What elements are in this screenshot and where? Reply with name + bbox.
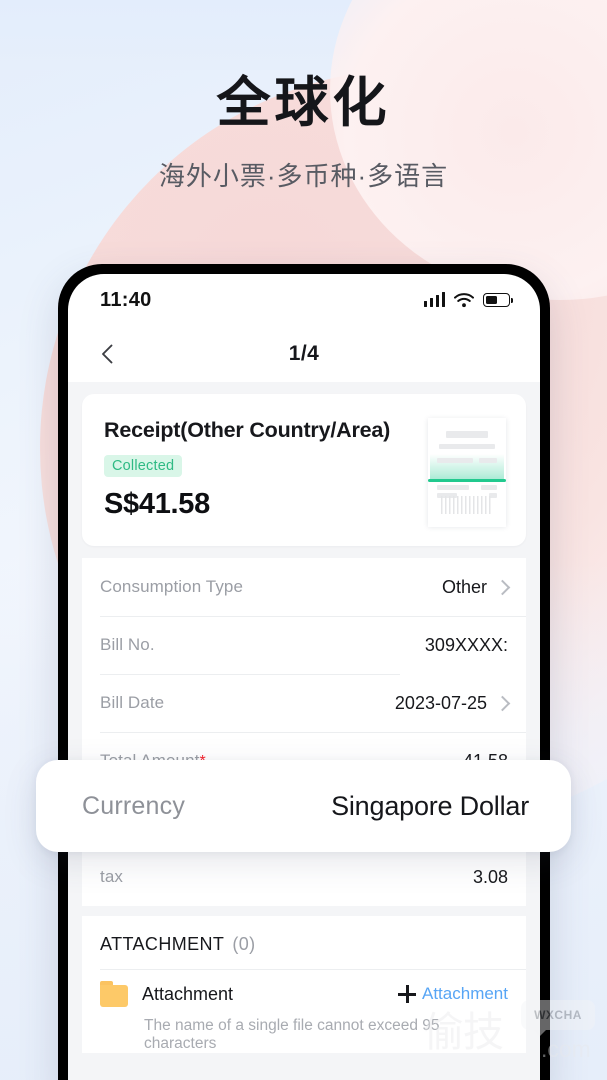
receipt-thumbnail-icon[interactable] <box>428 417 506 527</box>
row-value-group: Other <box>441 576 511 598</box>
phone-screen: 11:40 1/4 Receipt(Other Country/Area) Co… <box>68 274 540 1080</box>
table-row[interactable]: tax 3.08 <box>82 848 526 906</box>
attachment-section-header: ATTACHMENT (0) <box>82 916 526 969</box>
attachment-count: (0) <box>232 934 256 954</box>
currency-value: Singapore Dollar <box>331 790 529 821</box>
hero-title: 全球化 <box>216 73 391 133</box>
battery-icon <box>483 293 513 307</box>
row-value: :309XXXX <box>424 634 508 655</box>
currency-overlay-card[interactable]: Currency Singapore Dollar <box>36 760 571 852</box>
row-value: Other <box>441 576 487 597</box>
content-sheet: Receipt(Other Country/Area) Collected S$… <box>68 382 540 1080</box>
navigation-bar: 1/4 <box>68 326 540 382</box>
attachment-row: Attachment Attachment The name of a sing… <box>82 969 526 1053</box>
signal-bars-icon <box>423 292 445 307</box>
add-attachment-label: Attachment <box>422 984 508 1003</box>
add-attachment-button[interactable]: Attachment <box>398 984 508 1004</box>
hero-subtitle: 海外小票·多币种·多语言 <box>158 161 449 192</box>
attachment-item-label: Attachment <box>142 983 234 1004</box>
plus-icon <box>398 985 416 1003</box>
status-bar-time: 11:40 <box>100 288 152 311</box>
row-value-group: :309XXXX <box>425 635 508 656</box>
chevron-right-icon <box>494 579 511 595</box>
hero-section: 全球化 海外小票·多币种·多语言 <box>0 72 607 193</box>
attachment-section-title: ATTACHMENT <box>100 934 225 954</box>
row-label: Bill Date <box>100 693 165 712</box>
row-label: tax <box>100 867 123 886</box>
attachment-left-group: Attachment <box>100 981 233 1007</box>
receipt-title: Receipt(Other Country/Area) <box>104 418 391 442</box>
status-bar-icons <box>423 292 513 308</box>
chevron-right-icon <box>494 695 511 711</box>
row-value: 3.08 <box>472 866 508 887</box>
attachment-line: Attachment Attachment <box>100 981 508 1007</box>
receipt-summary-text: Receipt(Other Country/Area) Collected S$… <box>104 416 390 521</box>
folder-icon <box>100 981 128 1007</box>
row-label: Consumption Type <box>100 577 244 596</box>
currency-label: Currency <box>82 791 186 820</box>
status-bar: 11:40 <box>68 274 540 326</box>
table-row[interactable]: Bill No. :309XXXX <box>82 616 526 674</box>
phone-mockup: 11:40 1/4 Receipt(Other Country/Area) Co… <box>58 264 550 1080</box>
receipt-summary-card[interactable]: Receipt(Other Country/Area) Collected S$… <box>82 394 526 546</box>
detail-rows-list: Consumption Type Other Bill No. :309XXXX… <box>82 558 526 906</box>
table-row[interactable]: Bill Date 2023-07-25 <box>82 674 526 732</box>
status-badge: Collected <box>104 455 183 477</box>
row-label: Bill No. <box>100 635 155 654</box>
receipt-amount: S$41.58 <box>104 488 210 520</box>
page-title: 1/4 <box>288 342 320 365</box>
wifi-icon <box>454 292 474 307</box>
table-row[interactable]: Consumption Type Other <box>82 558 526 616</box>
row-value: 2023-07-25 <box>394 692 487 713</box>
attachment-hint: The name of a single file cannot exceed … <box>144 1017 440 1052</box>
row-value-group: 2023-07-25 <box>394 692 511 714</box>
section-divider <box>82 906 526 916</box>
row-value-group: 3.08 <box>473 867 508 888</box>
